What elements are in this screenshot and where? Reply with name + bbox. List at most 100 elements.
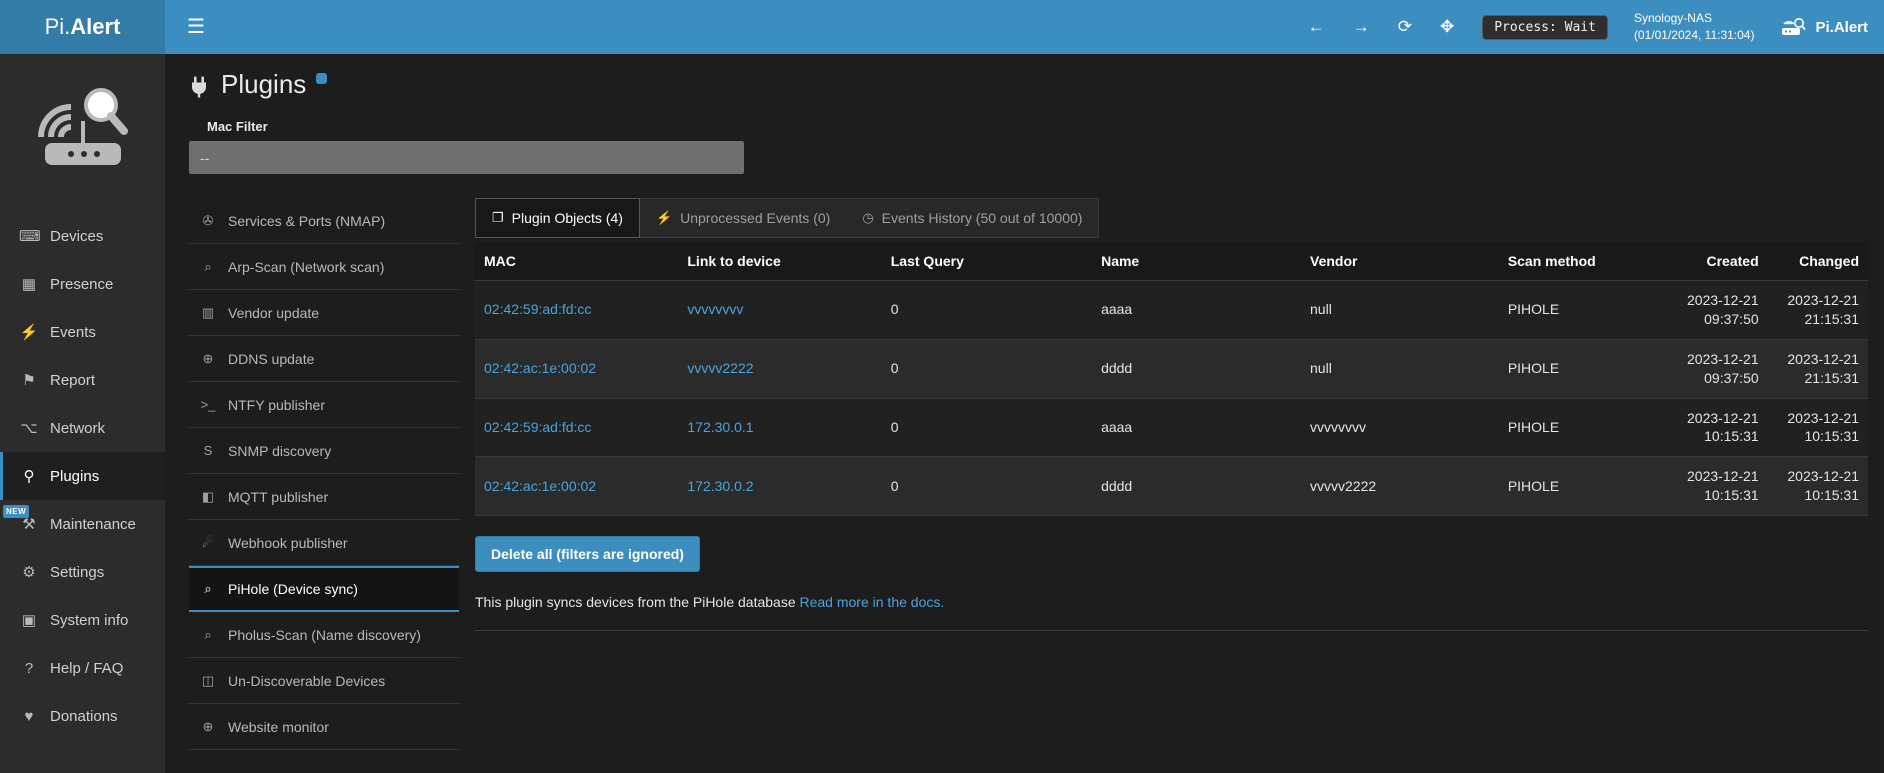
name-cell: aaaa — [1092, 281, 1301, 340]
plugin-item-pihole[interactable]: ⌕ PiHole (Device sync) — [189, 566, 459, 612]
created-cell: 2023-12-21 10:15:31 — [1672, 398, 1768, 457]
sidebar-item-help-faq[interactable]: ? Help / FAQ — [0, 644, 165, 692]
tab-plugin-objects[interactable]: ❐ Plugin Objects (4) — [475, 198, 640, 238]
delete-all-button[interactable]: Delete all (filters are ignored) — [475, 536, 700, 572]
sidebar-item-report[interactable]: ⚑ Report — [0, 356, 165, 404]
plugins-help-badge[interactable] — [316, 73, 327, 84]
device-link[interactable]: vvvvvvvv — [687, 301, 743, 317]
plugin-item-label: SNMP discovery — [228, 443, 331, 459]
mac-link[interactable]: 02:42:ac:1e:00:02 — [484, 478, 596, 494]
host-info: Synology-NAS (01/01/2024, 11:31:04) — [1634, 10, 1755, 44]
docs-link[interactable]: Read more in the docs. — [800, 594, 945, 610]
plugin-item-label: Un-Discoverable Devices — [228, 673, 385, 689]
plugin-item-label: Vendor update — [228, 305, 319, 321]
plug-icon: ⚲ — [19, 467, 39, 485]
mac-filter-label: Mac Filter — [207, 119, 1884, 134]
plugin-item-vendor-update[interactable]: ▥ Vendor update — [189, 290, 459, 336]
main-content: Plugins Mac Filter ✇ Services & Ports (N… — [165, 54, 1884, 773]
sidebar: ⌨ Devices ▦ Presence ⚡ Events ⚑ Report ⌥… — [0, 54, 165, 773]
plugin-item-webhook[interactable]: ☄ Webhook publisher — [189, 520, 459, 566]
plugin-item-label: Pholus-Scan (Name discovery) — [228, 627, 421, 643]
mac-link[interactable]: 02:42:59:ad:fd:cc — [484, 301, 591, 317]
scan-method-cell: PIHOLE — [1499, 281, 1672, 340]
mac-link[interactable]: 02:42:59:ad:fd:cc — [484, 419, 591, 435]
device-link[interactable]: 172.30.0.2 — [687, 478, 753, 494]
search-icon: ⌕ — [199, 627, 217, 643]
nav-back-icon[interactable]: ← — [1308, 17, 1325, 37]
scan-method-cell: PIHOLE — [1499, 457, 1672, 516]
sidebar-item-presence[interactable]: ▦ Presence — [0, 260, 165, 308]
plugin-item-snmp[interactable]: S SNMP discovery — [189, 428, 459, 474]
host-timestamp: (01/01/2024, 11:31:04) — [1634, 27, 1755, 44]
plugin-description-text: This plugin syncs devices from the PiHol… — [475, 594, 796, 610]
last-query-cell: 0 — [882, 281, 1092, 340]
name-cell: aaaa — [1092, 398, 1301, 457]
device-link[interactable]: vvvvv2222 — [687, 360, 753, 376]
nav-expand-icon[interactable]: ✥ — [1440, 17, 1454, 37]
tab-events-history[interactable]: ◷ Events History (50 out of 10000) — [846, 199, 1098, 237]
heart-icon: ♥ — [19, 708, 39, 725]
process-status-badge: Process: Wait — [1482, 15, 1608, 40]
sidebar-item-maintenance[interactable]: NEW ⚒ Maintenance — [0, 500, 165, 548]
plugin-item-label: NTFY publisher — [228, 397, 325, 413]
created-cell: 2023-12-21 10:15:31 — [1672, 457, 1768, 516]
sidebar-item-label: Devices — [50, 228, 103, 245]
col-header-created: Created — [1672, 242, 1768, 281]
changed-cell: 2023-12-21 21:15:31 — [1768, 281, 1868, 340]
table-row: 02:42:59:ad:fd:cc 172.30.0.1 0 aaaa vvvv… — [475, 398, 1868, 457]
sidebar-item-label: Settings — [50, 564, 104, 581]
hamburger-menu-icon[interactable]: ☰ — [187, 17, 205, 37]
sidebar-item-plugins[interactable]: ⚲ Plugins — [0, 452, 165, 500]
plugin-item-nmap[interactable]: ✇ Services & Ports (NMAP) — [189, 198, 459, 244]
gear-icon: ⚙ — [19, 563, 39, 581]
plugin-item-pholus[interactable]: ⌕ Pholus-Scan (Name discovery) — [189, 612, 459, 658]
sidebar-item-label: Help / FAQ — [50, 660, 123, 677]
plugin-tabs: ❐ Plugin Objects (4) ⚡ Unprocessed Event… — [475, 198, 1099, 238]
nav-refresh-icon[interactable]: ⟳ — [1398, 17, 1412, 37]
bar-chart-icon: ▥ — [199, 305, 217, 321]
col-header-last-query: Last Query — [882, 242, 1092, 281]
sidebar-item-devices[interactable]: ⌨ Devices — [0, 212, 165, 260]
plugin-item-ntfy[interactable]: >_ NTFY publisher — [189, 382, 459, 428]
scanner-device-icon — [1780, 16, 1806, 38]
sidebar-item-label: System info — [50, 612, 128, 629]
plugin-item-ddns[interactable]: ⊕ DDNS update — [189, 336, 459, 382]
flag-icon: ⚑ — [19, 371, 39, 389]
nmap-icon: ✇ — [199, 213, 217, 229]
table-row: 02:42:ac:1e:00:02 172.30.0.2 0 dddd vvvv… — [475, 457, 1868, 516]
scan-method-cell: PIHOLE — [1499, 398, 1672, 457]
plugin-item-undiscoverable[interactable]: ◫ Un-Discoverable Devices — [189, 658, 459, 704]
sidebar-item-settings[interactable]: ⚙ Settings — [0, 548, 165, 596]
vendor-cell: vvvvvvvv — [1301, 398, 1499, 457]
last-query-cell: 0 — [882, 457, 1092, 516]
col-header-name: Name — [1092, 242, 1301, 281]
page-header: Plugins — [165, 54, 1884, 99]
plugin-item-label: Arp-Scan (Network scan) — [228, 259, 384, 275]
sidebar-item-system-info[interactable]: ▣ System info — [0, 596, 165, 644]
new-badge: NEW — [3, 505, 29, 518]
mac-link[interactable]: 02:42:ac:1e:00:02 — [484, 360, 596, 376]
system-info-icon: ▣ — [19, 611, 39, 629]
plugin-item-mqtt[interactable]: ◧ MQTT publisher — [189, 474, 459, 520]
devices-icon: ⌨ — [19, 227, 39, 245]
sidebar-item-network[interactable]: ⌥ Network — [0, 404, 165, 452]
user-menu[interactable]: Pi.Alert — [1780, 16, 1868, 38]
sidebar-item-donations[interactable]: ♥ Donations — [0, 692, 165, 740]
sidebar-item-events[interactable]: ⚡ Events — [0, 308, 165, 356]
sidebar-item-label: Events — [50, 324, 96, 341]
tab-unprocessed-events[interactable]: ⚡ Unprocessed Events (0) — [640, 199, 846, 237]
brand-logo[interactable]: Pi.Alert — [0, 0, 165, 54]
nav-forward-icon[interactable]: → — [1353, 17, 1370, 37]
sidebar-menu: ⌨ Devices ▦ Presence ⚡ Events ⚑ Report ⌥… — [0, 212, 165, 740]
bolt-icon: ⚡ — [656, 210, 672, 226]
device-link[interactable]: 172.30.0.1 — [687, 419, 753, 435]
plugin-item-arpscan[interactable]: ⌕ Arp-Scan (Network scan) — [189, 244, 459, 290]
created-cell: 2023-12-21 09:37:50 — [1672, 339, 1768, 398]
col-header-mac: MAC — [475, 242, 678, 281]
plugin-item-website-monitor[interactable]: ⊕ Website monitor — [189, 704, 459, 750]
question-icon: ? — [19, 660, 39, 677]
name-cell: dddd — [1092, 339, 1301, 398]
tab-label: Unprocessed Events (0) — [680, 210, 830, 226]
plugin-box-icon: ❐ — [492, 210, 504, 226]
mac-filter-input[interactable] — [189, 141, 744, 174]
